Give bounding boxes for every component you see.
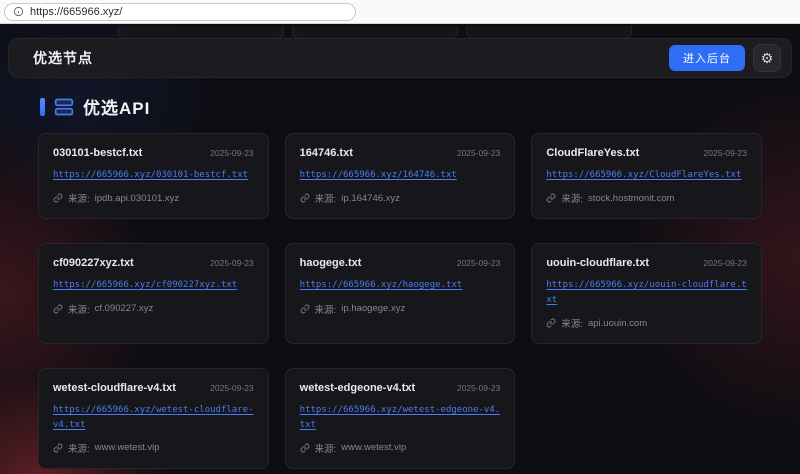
file-name: CloudFlareYes.txt: [546, 147, 639, 159]
api-file-card[interactable]: CloudFlareYes.txt 2025-09-23 https://665…: [531, 133, 762, 219]
file-name: wetest-cloudflare-v4.txt: [53, 382, 176, 394]
api-file-card[interactable]: 030101-bestcf.txt 2025-09-23 https://665…: [38, 133, 269, 219]
file-source: 来源: www.wetest.vip: [53, 441, 254, 455]
source-domain: stock.hostmonit.com: [588, 193, 675, 204]
url-input[interactable]: https://665966.xyz/: [4, 3, 356, 21]
file-date: 2025-09-23: [457, 148, 500, 158]
admin-panel-button[interactable]: 进入后台: [669, 45, 745, 71]
file-source: 来源: cf.090227.xyz: [53, 302, 254, 316]
source-domain: www.wetest.vip: [341, 442, 406, 453]
server-stack-icon: [54, 97, 74, 117]
source-label: 来源:: [68, 191, 90, 205]
file-source: 来源: ip.164746.xyz: [300, 191, 501, 205]
file-name: uouin-cloudflare.txt: [546, 257, 649, 269]
file-url-link[interactable]: https://665966.xyz/cf090227xyz.txt: [53, 278, 254, 292]
link-icon: [53, 443, 63, 453]
section-heading: 优选API: [40, 94, 760, 119]
file-date: 2025-09-23: [704, 258, 747, 268]
file-source: 来源: api.uouin.com: [546, 316, 747, 330]
file-date: 2025-09-23: [457, 383, 500, 393]
file-url-link[interactable]: https://665966.xyz/CloudFlareYes.txt: [546, 168, 747, 182]
file-date: 2025-09-23: [210, 148, 253, 158]
site-info-icon[interactable]: [13, 6, 24, 17]
page-title: 优选节点: [33, 48, 93, 68]
api-cards-grid: 030101-bestcf.txt 2025-09-23 https://665…: [38, 133, 762, 469]
api-file-card[interactable]: wetest-edgeone-v4.txt 2025-09-23 https:/…: [285, 368, 516, 469]
file-url-link[interactable]: https://665966.xyz/haogege.txt: [300, 278, 501, 292]
link-icon: [546, 193, 556, 203]
page-background: 优选节点 进入后台 ⚙ 优选API 030101-bestcf.txt 2025…: [0, 24, 800, 474]
link-icon: [53, 304, 63, 314]
link-icon: [546, 318, 556, 328]
file-name: cf090227xyz.txt: [53, 257, 134, 269]
file-date: 2025-09-23: [210, 383, 253, 393]
source-label: 来源:: [315, 441, 337, 455]
gear-icon: ⚙: [761, 51, 774, 65]
file-name: 030101-bestcf.txt: [53, 147, 142, 159]
source-label: 来源:: [68, 441, 90, 455]
file-name: haogege.txt: [300, 257, 362, 269]
file-source: 来源: www.wetest.vip: [300, 441, 501, 455]
settings-button[interactable]: ⚙: [753, 44, 781, 72]
source-label: 来源:: [315, 191, 337, 205]
source-label: 来源:: [68, 302, 90, 316]
file-source: 来源: stock.hostmonit.com: [546, 191, 747, 205]
link-icon: [300, 193, 310, 203]
source-domain: cf.090227.xyz: [95, 303, 154, 314]
source-label: 来源:: [561, 316, 583, 330]
source-label: 来源:: [315, 302, 337, 316]
browser-address-bar: https://665966.xyz/: [0, 0, 800, 24]
source-domain: api.uouin.com: [588, 318, 647, 329]
source-domain: ip.haogege.xyz: [341, 303, 405, 314]
api-file-card[interactable]: 164746.txt 2025-09-23 https://665966.xyz…: [285, 133, 516, 219]
link-icon: [53, 193, 63, 203]
file-url-link[interactable]: https://665966.xyz/164746.txt: [300, 168, 501, 182]
file-url-link[interactable]: https://665966.xyz/030101-bestcf.txt: [53, 168, 254, 182]
file-url-link[interactable]: https://665966.xyz/wetest-cloudflare-v4.…: [53, 403, 254, 432]
file-source: 来源: ip.haogege.xyz: [300, 302, 501, 316]
url-text[interactable]: https://665966.xyz/: [30, 6, 122, 18]
source-label: 来源:: [561, 191, 583, 205]
section-accent-bar: [40, 98, 45, 116]
source-domain: ipdb.api.030101.xyz: [95, 193, 180, 204]
file-name: wetest-edgeone-v4.txt: [300, 382, 416, 394]
file-name: 164746.txt: [300, 147, 353, 159]
api-file-card[interactable]: haogege.txt 2025-09-23 https://665966.xy…: [285, 243, 516, 344]
api-file-card[interactable]: uouin-cloudflare.txt 2025-09-23 https://…: [531, 243, 762, 344]
api-file-card[interactable]: cf090227xyz.txt 2025-09-23 https://66596…: [38, 243, 269, 344]
link-icon: [300, 443, 310, 453]
file-date: 2025-09-23: [704, 148, 747, 158]
source-domain: ip.164746.xyz: [341, 193, 400, 204]
api-file-card[interactable]: wetest-cloudflare-v4.txt 2025-09-23 http…: [38, 368, 269, 469]
header-actions: 进入后台 ⚙: [669, 44, 781, 72]
page-header: 优选节点 进入后台 ⚙: [8, 38, 792, 78]
file-date: 2025-09-23: [457, 258, 500, 268]
file-date: 2025-09-23: [210, 258, 253, 268]
file-source: 来源: ipdb.api.030101.xyz: [53, 191, 254, 205]
link-icon: [300, 304, 310, 314]
file-url-link[interactable]: https://665966.xyz/wetest-edgeone-v4.txt: [300, 403, 501, 432]
file-url-link[interactable]: https://665966.xyz/uouin-cloudflare.txt: [546, 278, 747, 307]
source-domain: www.wetest.vip: [95, 442, 160, 453]
section-title: 优选API: [83, 94, 150, 119]
